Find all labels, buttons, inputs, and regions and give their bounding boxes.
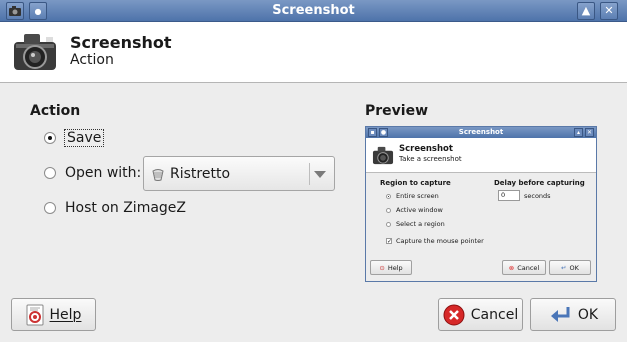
close-icon: ✕: [604, 4, 614, 17]
preview-header-title: Screenshot: [399, 144, 453, 154]
preview-titlebar: ▪ ● Screenshot ▴ ✕: [366, 127, 596, 138]
header-title: Screenshot: [70, 33, 172, 52]
preview-section-title: Preview: [365, 103, 429, 119]
radio-button-selected[interactable]: [44, 132, 56, 144]
preview-window-title: Screenshot: [458, 128, 504, 136]
cancel-button-label: Cancel: [470, 306, 519, 323]
preview-header: Screenshot Take a screenshot: [366, 138, 596, 173]
arrow-up-icon: ▲: [581, 4, 591, 17]
arrow-up-icon: ▴: [574, 128, 583, 137]
cancel-icon: ⊗: [508, 263, 515, 272]
close-button[interactable]: ✕: [600, 2, 618, 20]
dropdown-separator: [309, 163, 310, 185]
preview-delay-unit: seconds: [524, 192, 551, 200]
radio-host-label: Host on ZimageZ: [65, 200, 187, 216]
camera-icon: [372, 146, 394, 165]
help-icon: [26, 304, 44, 326]
window-titlebar[interactable]: ● Screenshot ▲ ✕: [0, 0, 627, 22]
checkmark-icon: ✓: [386, 238, 393, 245]
dropdown-value: Ristretto: [170, 165, 231, 182]
maximize-button[interactable]: ▲: [577, 2, 595, 20]
radio-save[interactable]: Save: [44, 128, 105, 148]
preview-cancel-button: ⊗ Cancel: [502, 260, 546, 275]
cancel-icon: [443, 304, 465, 326]
window-title: Screenshot: [272, 3, 355, 18]
preview-radio-entire: Entire screen: [386, 192, 439, 200]
close-icon: ✕: [585, 128, 594, 137]
preview-delay-spinner: 0: [498, 190, 520, 201]
enter-arrow-icon: ↵: [561, 263, 567, 272]
dialog-header: Screenshot Action: [0, 22, 627, 83]
ok-button-label: OK: [577, 306, 599, 323]
enter-arrow-icon: [548, 304, 572, 326]
cancel-button[interactable]: Cancel: [438, 298, 523, 331]
open-with-dropdown[interactable]: Ristretto: [143, 156, 335, 191]
preview-region-title: Region to capture: [380, 179, 451, 187]
radio-save-label: Save: [63, 129, 105, 147]
help-button[interactable]: Help: [11, 298, 96, 331]
ok-button[interactable]: OK: [530, 298, 616, 331]
preview-radio-active: Active window: [386, 206, 443, 214]
preview-help-button: ⊙ Help: [370, 260, 412, 275]
radio-host-zimagez[interactable]: Host on ZimageZ: [44, 198, 186, 218]
preview-radio-region: Select a region: [386, 220, 445, 228]
radio-open-with-label: Open with:: [65, 165, 142, 181]
radio-button[interactable]: [44, 202, 56, 214]
ristretto-icon: [152, 168, 164, 181]
chevron-down-icon: [314, 171, 326, 178]
action-section-title: Action: [30, 103, 81, 119]
preview-ok-button: ↵ OK: [549, 260, 591, 275]
camera-icon: [14, 34, 56, 70]
radio-button[interactable]: [44, 167, 56, 179]
preview-checkbox-pointer: ✓ Capture the mouse pointer: [386, 237, 484, 245]
header-subtitle: Action: [70, 52, 114, 68]
preview-delay-title: Delay before capturing: [494, 179, 585, 187]
help-icon: ⊙: [379, 263, 385, 272]
preview-header-subtitle: Take a screenshot: [399, 155, 462, 163]
preview-image: ▪ ● Screenshot ▴ ✕ Screenshot Take a scr…: [365, 126, 597, 282]
help-button-label: Help: [49, 306, 82, 323]
radio-open-with[interactable]: Open with:: [44, 163, 141, 183]
